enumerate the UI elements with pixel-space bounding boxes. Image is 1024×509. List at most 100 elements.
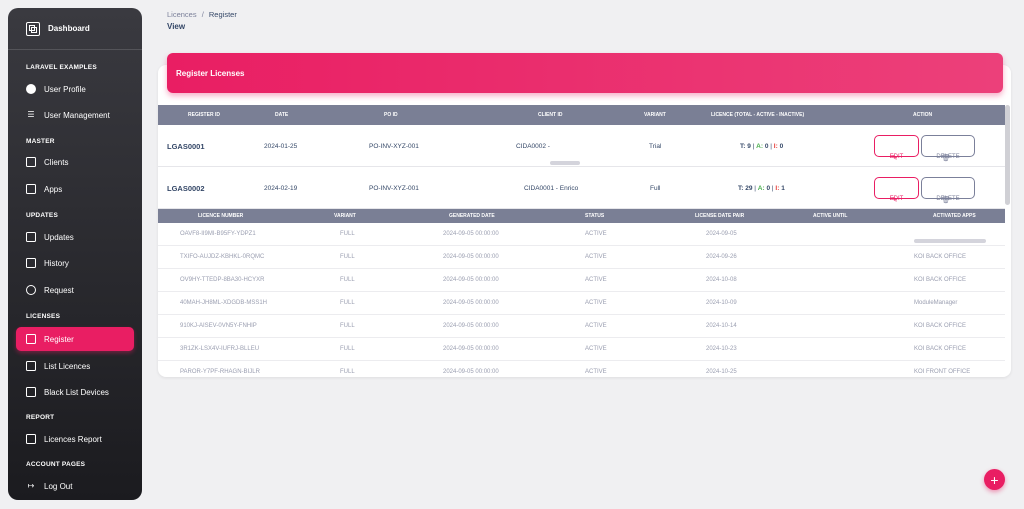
register-client-text: CIDA0002 - [516, 143, 550, 150]
breadcrumb-parent[interactable]: Licences [167, 10, 197, 19]
sidebar-item-list-licences[interactable]: List Licences [16, 354, 134, 378]
col-action: ACTION [913, 112, 933, 118]
licence-apps: KOI BACK OFFICE [914, 254, 967, 260]
delete-button[interactable]: 🗑 DELETE [921, 177, 975, 204]
licence-generated: 2024-09-05 00:00:00 [443, 277, 499, 283]
register-icon [26, 334, 36, 344]
licence-row[interactable]: TXIFO-AUJDZ-KBHKL-0RQMC FULL 2024-09-05 00… [158, 246, 1005, 269]
brand[interactable]: Dashboard [8, 8, 142, 50]
licence-status: ACTIVE [585, 300, 607, 306]
register-table-header: REGISTER ID DATE PO ID CLIENT ID VARIANT… [158, 105, 1005, 125]
active-label: A: [757, 185, 765, 192]
register-client: CIDA0002 - [516, 143, 580, 165]
sidebar-item-licences-report[interactable]: Licences Report [16, 427, 134, 451]
licence-row[interactable]: 910KJ-AISEV-0VN5Y-FNHIP FULL 2024-09-05 00… [158, 315, 1005, 338]
sidebar-item-label: User Management [44, 110, 110, 120]
licence-generated: 2024-09-05 00:00:00 [443, 369, 499, 375]
sidebar-item-apps[interactable]: Apps [16, 177, 134, 201]
register-po: PO-INV-XYZ-001 [369, 143, 419, 150]
col-generated-date: GENERATED DATE [449, 213, 495, 219]
sidebar-item-label: Apps [44, 184, 63, 194]
sidebar-item-log-out[interactable]: ↦ Log Out [16, 474, 134, 498]
licence-pair: 2024-10-14 [706, 323, 737, 329]
edit-button[interactable]: ✎ EDIT [874, 135, 919, 162]
delete-label: DELETE [936, 196, 960, 202]
licence-table-header: LICENCE NUMBER VARIANT GENERATED DATE ST… [158, 209, 1005, 223]
total-count: 9 [747, 143, 751, 150]
col-licence-counts: LICENCE (TOTAL - ACTIVE - INACTIVE) [711, 112, 805, 118]
licence-status: ACTIVE [585, 231, 607, 237]
sidebar-item-register[interactable]: Register [16, 327, 134, 351]
updates-icon [26, 232, 36, 242]
sidebar-item-history[interactable]: History [16, 251, 134, 275]
licence-variant: FULL [340, 277, 355, 283]
history-icon [26, 258, 36, 268]
logout-icon: ↦ [27, 481, 35, 490]
licence-row[interactable]: 3R1ZK-LSX4V-IUFRJ-BLLEU FULL 2024-09-05 00… [158, 338, 1005, 361]
sidebar-item-user-management[interactable]: ☰ User Management [16, 103, 134, 127]
col-status: STATUS [585, 213, 605, 219]
licence-pair: 2024-10-08 [706, 277, 737, 283]
sidebar-item-label: History [44, 258, 69, 268]
licence-apps: KOI BACK OFFICE [914, 346, 967, 352]
col-licence-number: LICENCE NUMBER [198, 213, 244, 219]
register-id: LGAS0002 [167, 184, 205, 193]
table-row[interactable]: LGAS0002 2024-02-19 PO-INV-XYZ-001 CIDA0… [158, 167, 1005, 209]
licence-variant: FULL [340, 231, 355, 237]
licence-row[interactable]: OAVF8-II9MI-B95FY-YDPZ1 FULL 2024-09-05 00… [158, 223, 1005, 246]
apps-icon [26, 184, 36, 194]
register-date: 2024-01-25 [264, 143, 298, 150]
col-client-id: CLIENT ID [538, 112, 563, 118]
sidebar-item-black-list-devices[interactable]: Black List Devices [16, 380, 134, 404]
sidebar-item-request[interactable]: Request [16, 278, 134, 302]
licence-row[interactable]: PAROR-Y7PF-RHAGN-BIJLR FULL 2024-09-05 00:… [158, 361, 1005, 377]
licence-row[interactable]: OV9HY-TTEDP-8BA30-HCYXR FULL 2024-09-05 00… [158, 269, 1005, 292]
section-updates: UPDATES [26, 212, 58, 219]
licence-variant: FULL [340, 369, 355, 375]
licence-generated: 2024-09-05 00:00:00 [443, 300, 499, 306]
total-label: T: [738, 185, 744, 192]
table-row[interactable]: LGAS0001 2024-01-25 PO-INV-XYZ-001 CIDA0… [158, 125, 1005, 167]
licence-number: 40MAH-JH8ML-XDGDB-MSS1H [180, 300, 268, 306]
licence-variant: FULL [340, 254, 355, 260]
total-count: 29 [745, 185, 753, 192]
register-variant: Full [650, 185, 661, 192]
delete-button[interactable]: 🗑 DELETE [921, 135, 975, 162]
sidebar-item-clients[interactable]: Clients [16, 150, 134, 174]
licence-variant: FULL [340, 346, 355, 352]
delete-label: DELETE [936, 154, 960, 160]
device-icon [26, 387, 36, 397]
licence-pair: 2024-10-09 [706, 300, 737, 306]
licence-pair: 2024-10-25 [706, 369, 737, 375]
licence-status: ACTIVE [585, 323, 607, 329]
register-po: PO-INV-XYZ-001 [369, 185, 419, 192]
add-button[interactable]: + [984, 469, 1005, 490]
card-title: Register Licenses [167, 53, 1003, 93]
col-active-until: ACTIVE UNTIL [813, 213, 848, 219]
list-licences-icon [26, 361, 36, 371]
page-title: View [167, 22, 186, 31]
sidebar-item-updates[interactable]: Updates [16, 225, 134, 249]
active-count: 0 [764, 143, 769, 150]
licence-generated: 2024-09-05 00:00:00 [443, 231, 499, 237]
sidebar-item-label: Updates [44, 232, 74, 242]
licence-row[interactable]: 40MAH-JH8ML-XDGDB-MSS1H FULL 2024-09-05 00… [158, 292, 1005, 315]
section-licenses: LICENSES [26, 313, 61, 320]
dashboard-logo-icon [26, 21, 40, 36]
licence-number: TXIFO-AUJDZ-KBHKL-0RQMC [180, 254, 265, 260]
inactive-count: 0 [779, 143, 784, 150]
section-account-pages: ACCOUNT PAGES [26, 461, 86, 468]
licence-status: ACTIVE [585, 254, 607, 260]
breadcrumb-current: Register [208, 10, 237, 19]
col-variant: VARIANT [644, 112, 666, 118]
licence-number: 3R1ZK-LSX4V-IUFRJ-BLLEU [180, 346, 260, 352]
report-icon [26, 434, 36, 444]
col-register-id: REGISTER ID [188, 112, 220, 118]
col-license-date-pair: LICENSE DATE PAIR [695, 213, 745, 219]
edit-button[interactable]: ✎ EDIT [874, 177, 919, 204]
licence-variant: FULL [340, 323, 355, 329]
licence-apps: ModuleManager [914, 300, 958, 306]
scrollbar[interactable] [1005, 105, 1010, 205]
sidebar-item-user-profile[interactable]: User Profile [16, 77, 134, 101]
list-icon: ☰ [27, 110, 35, 119]
